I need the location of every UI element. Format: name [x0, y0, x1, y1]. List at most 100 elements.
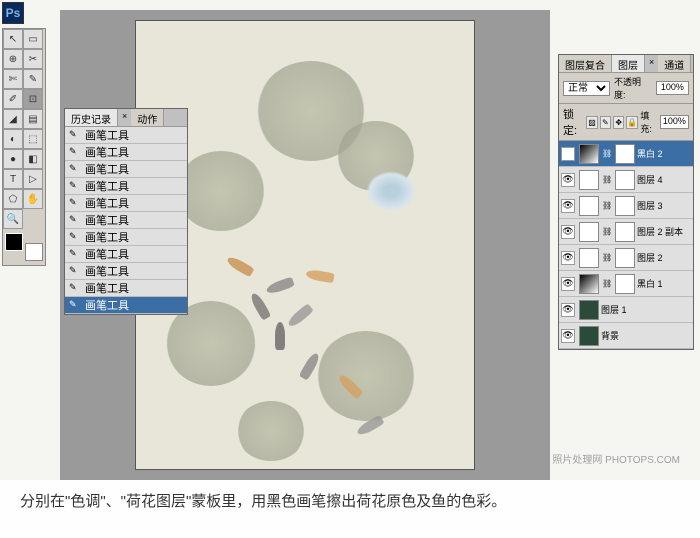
history-item[interactable]: ✎画笔工具	[65, 161, 187, 178]
layer-thumbnail[interactable]	[579, 248, 599, 268]
visibility-icon[interactable]: 👁	[561, 147, 575, 161]
tool-eraser[interactable]: ◐	[3, 129, 23, 149]
tool-zoom[interactable]: 🔍	[3, 209, 23, 229]
tool-wand[interactable]: ✂	[23, 49, 43, 69]
layer-row[interactable]: 👁 图层 1	[559, 297, 693, 323]
fill-label: 填充:	[640, 109, 657, 135]
layer-thumbnail[interactable]	[579, 274, 599, 294]
layer-row[interactable]: 👁⛓黑白 1	[559, 271, 693, 297]
tool-text[interactable]: T	[3, 169, 23, 189]
history-item-label: 画笔工具	[85, 127, 129, 143]
blend-mode-select[interactable]: 正常	[563, 81, 610, 96]
history-item[interactable]: ✎画笔工具	[65, 297, 187, 314]
tool-history-brush[interactable]: ▤	[23, 109, 43, 129]
tool-move[interactable]: ↖	[3, 29, 23, 49]
tool-marquee[interactable]: ▭	[23, 29, 43, 49]
brush-icon: ✎	[69, 129, 81, 141]
tool-dodge[interactable]: ◧	[23, 149, 43, 169]
history-item-label: 画笔工具	[85, 161, 129, 177]
layer-thumbnail[interactable]	[579, 170, 599, 190]
lock-brush-icon[interactable]: ✎	[600, 116, 611, 129]
watermark-text: 照片处理网 PHOTOPS.COM	[552, 451, 680, 466]
history-item[interactable]: ✎画笔工具	[65, 178, 187, 195]
history-item[interactable]: ✎画笔工具	[65, 144, 187, 161]
opacity-value[interactable]: 100%	[656, 81, 689, 95]
fill-value[interactable]: 100%	[660, 115, 689, 129]
color-swatches[interactable]	[5, 233, 43, 261]
tool-shape[interactable]: ⬠	[3, 189, 23, 209]
visibility-icon[interactable]: 👁	[561, 303, 575, 317]
layer-thumbnail[interactable]	[579, 300, 599, 320]
tab-channels[interactable]: 通道	[658, 55, 691, 72]
link-icon[interactable]: ⛓	[602, 175, 612, 185]
layer-name-label: 图层 2	[637, 251, 691, 264]
history-item-label: 画笔工具	[85, 263, 129, 279]
layers-panel: 图层复合 图层 × 通道 正常 不透明度: 100% 锁定: ▨ ✎ ✥ 🔒 填…	[558, 54, 694, 350]
tool-hand[interactable]: ✋	[23, 189, 43, 209]
history-item[interactable]: ✎画笔工具	[65, 195, 187, 212]
mask-thumbnail[interactable]	[615, 144, 635, 164]
tool-brush[interactable]: ⊡	[23, 89, 43, 109]
lock-move-icon[interactable]: ✥	[613, 116, 624, 129]
tool-blur[interactable]: ●	[3, 149, 23, 169]
layer-row[interactable]: 👁⛓图层 3	[559, 193, 693, 219]
link-icon[interactable]: ⛓	[602, 279, 612, 289]
link-icon[interactable]: ⛓	[602, 253, 612, 263]
visibility-icon[interactable]: 👁	[561, 329, 575, 343]
tool-lasso[interactable]: ⊕	[3, 49, 23, 69]
layers-list[interactable]: 👁⛓黑白 2👁⛓图层 4👁⛓图层 3👁⛓图层 2 副本👁⛓图层 2👁⛓黑白 1👁…	[559, 141, 693, 349]
tab-actions[interactable]: 动作	[131, 109, 164, 126]
layer-row[interactable]: 👁 ⛓ 图层 2 副本	[559, 219, 693, 245]
tool-stamp[interactable]: ◢	[3, 109, 23, 129]
visibility-icon[interactable]: 👁	[561, 225, 575, 239]
tool-gradient[interactable]: ⬚	[23, 129, 43, 149]
history-item[interactable]: ✎ 画笔工具	[65, 127, 187, 144]
app-logo: Ps	[2, 2, 24, 24]
background-color[interactable]	[25, 243, 43, 261]
history-list[interactable]: ✎画笔工具✎画笔工具✎画笔工具✎画笔工具✎画笔工具✎画笔工具✎画笔工具✎画笔工具…	[65, 127, 187, 314]
history-item[interactable]: ✎画笔工具	[65, 212, 187, 229]
layer-row[interactable]: 👁 ⛓ 黑白 2	[559, 141, 693, 167]
mask-thumbnail[interactable]	[615, 248, 635, 268]
tool-heal[interactable]: ✐	[3, 89, 23, 109]
link-icon[interactable]: ⛓	[602, 149, 612, 159]
layer-row[interactable]: 👁 ⛓ 图层 2	[559, 245, 693, 271]
visibility-icon[interactable]: 👁	[561, 277, 575, 291]
mask-thumbnail[interactable]	[615, 170, 635, 190]
tool-crop[interactable]: ✄	[3, 69, 23, 89]
brush-icon: ✎	[69, 214, 81, 226]
foreground-color[interactable]	[5, 233, 23, 251]
history-item[interactable]: ✎画笔工具	[65, 263, 187, 280]
layer-name-label: 黑白 2	[637, 147, 691, 160]
tab-close-icon[interactable]: ×	[118, 109, 131, 126]
layer-thumbnail[interactable]	[579, 196, 599, 216]
layer-thumbnail[interactable]	[579, 222, 599, 242]
layer-thumbnail[interactable]	[579, 144, 599, 164]
brush-icon: ✎	[69, 248, 81, 260]
lock-transparency-icon[interactable]: ▨	[586, 116, 597, 129]
history-item[interactable]: ✎画笔工具	[65, 246, 187, 263]
mask-thumbnail[interactable]	[615, 274, 635, 294]
tab-history[interactable]: 历史记录	[65, 109, 118, 126]
mask-thumbnail[interactable]	[615, 222, 635, 242]
layers-lock-row: 锁定: ▨ ✎ ✥ 🔒 填充: 100%	[559, 104, 693, 141]
layer-thumbnail[interactable]	[579, 326, 599, 346]
link-icon[interactable]: ⛓	[602, 227, 612, 237]
layer-name-label: 图层 2 副本	[637, 225, 691, 238]
tool-slice[interactable]: ✎	[23, 69, 43, 89]
mask-thumbnail[interactable]	[615, 196, 635, 216]
history-item[interactable]: ✎画笔工具	[65, 229, 187, 246]
visibility-icon[interactable]: 👁	[561, 173, 575, 187]
visibility-icon[interactable]: 👁	[561, 251, 575, 265]
history-item[interactable]: ✎画笔工具	[65, 280, 187, 297]
tool-path[interactable]: ▷	[23, 169, 43, 189]
link-icon[interactable]: ⛓	[602, 201, 612, 211]
lock-all-icon[interactable]: 🔒	[626, 116, 638, 129]
tab-close-icon[interactable]: ×	[645, 55, 658, 72]
tab-layers[interactable]: 图层	[612, 55, 645, 72]
layer-row[interactable]: 👁⛓图层 4	[559, 167, 693, 193]
layer-name-label: 图层 1	[601, 303, 691, 316]
visibility-icon[interactable]: 👁	[561, 199, 575, 213]
tab-layer-comps[interactable]: 图层复合	[559, 55, 612, 72]
layer-row[interactable]: 👁背景	[559, 323, 693, 349]
